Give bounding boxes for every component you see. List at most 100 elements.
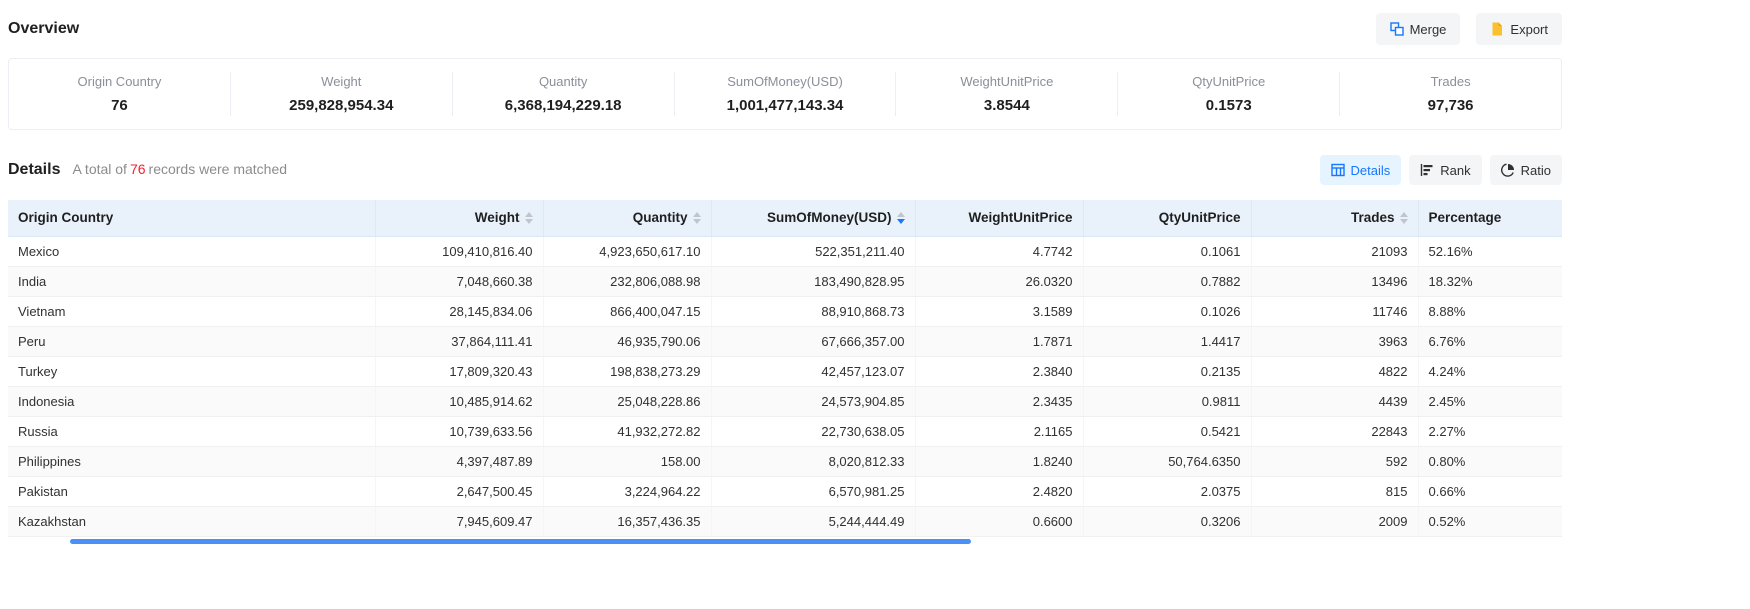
cell-quantity: 25,048,228.86: [543, 386, 711, 416]
column-header-label: Quantity: [633, 210, 688, 225]
summary-label: Weight: [231, 74, 452, 89]
cell-wup: 3.1589: [915, 296, 1083, 326]
cell-pct: 0.66%: [1418, 476, 1562, 506]
cell-trades: 815: [1251, 476, 1418, 506]
column-header-qup: QtyUnitPrice: [1083, 200, 1251, 236]
summary-value: 97,736: [1340, 97, 1561, 114]
column-header-pct: Percentage: [1418, 200, 1562, 236]
table-row[interactable]: Turkey17,809,320.43198,838,273.2942,457,…: [8, 356, 1562, 386]
cell-sum: 24,573,904.85: [711, 386, 915, 416]
summary-item-trades: Trades 97,736: [1339, 72, 1561, 116]
cell-wup: 0.6600: [915, 506, 1083, 536]
page-title: Overview: [8, 20, 79, 38]
cell-qup: 2.0375: [1083, 476, 1251, 506]
cell-sum: 88,910,868.73: [711, 296, 915, 326]
cell-country: Pakistan: [8, 476, 375, 506]
details-heading: Details A total of76records were matched: [8, 161, 287, 179]
cell-quantity: 46,935,790.06: [543, 326, 711, 356]
column-header-weight[interactable]: Weight: [375, 200, 543, 236]
summary-label: Origin Country: [9, 74, 230, 89]
cell-qup: 0.1061: [1083, 236, 1251, 266]
sort-caret-icon[interactable]: [525, 212, 533, 224]
cell-quantity: 232,806,088.98: [543, 266, 711, 296]
column-header-sum[interactable]: SumOfMoney(USD): [711, 200, 915, 236]
export-button-label: Export: [1510, 22, 1548, 37]
cell-country: Russia: [8, 416, 375, 446]
export-button[interactable]: Export: [1476, 13, 1562, 45]
cell-trades: 4439: [1251, 386, 1418, 416]
tab-details[interactable]: Details: [1320, 155, 1402, 185]
column-header-quantity[interactable]: Quantity: [543, 200, 711, 236]
cell-qup: 0.1026: [1083, 296, 1251, 326]
cell-qup: 0.2135: [1083, 356, 1251, 386]
cell-weight: 10,739,633.56: [375, 416, 543, 446]
cell-pct: 8.88%: [1418, 296, 1562, 326]
cell-weight: 10,485,914.62: [375, 386, 543, 416]
cell-sum: 22,730,638.05: [711, 416, 915, 446]
column-header-label: QtyUnitPrice: [1159, 210, 1241, 225]
cell-sum: 42,457,123.07: [711, 356, 915, 386]
cell-pct: 52.16%: [1418, 236, 1562, 266]
table-row[interactable]: Peru37,864,111.4146,935,790.0667,666,357…: [8, 326, 1562, 356]
table-row[interactable]: Kazakhstan7,945,609.4716,357,436.355,244…: [8, 506, 1562, 536]
summary-item-qty-unit-price: QtyUnitPrice 0.1573: [1117, 72, 1339, 116]
cell-wup: 4.7742: [915, 236, 1083, 266]
summary-label: QtyUnitPrice: [1118, 74, 1339, 89]
cell-weight: 7,945,609.47: [375, 506, 543, 536]
summary-label: Trades: [1340, 74, 1561, 89]
sort-caret-icon[interactable]: [1400, 212, 1408, 224]
cell-wup: 2.4820: [915, 476, 1083, 506]
cell-quantity: 3,224,964.22: [543, 476, 711, 506]
cell-pct: 4.24%: [1418, 356, 1562, 386]
merge-button-label: Merge: [1410, 22, 1447, 37]
cell-trades: 592: [1251, 446, 1418, 476]
table-row[interactable]: Pakistan2,647,500.453,224,964.226,570,98…: [8, 476, 1562, 506]
match-prefix: A total of: [72, 161, 126, 177]
summary-label: Quantity: [453, 74, 674, 89]
cell-wup: 2.3840: [915, 356, 1083, 386]
summary-item-weight: Weight 259,828,954.34: [230, 72, 452, 116]
rank-bars-icon: [1420, 163, 1434, 177]
table-row[interactable]: Mexico109,410,816.404,923,650,617.10522,…: [8, 236, 1562, 266]
cell-sum: 6,570,981.25: [711, 476, 915, 506]
column-header-label: Trades: [1351, 210, 1395, 225]
summary-label: WeightUnitPrice: [896, 74, 1117, 89]
table-row[interactable]: Philippines4,397,487.89158.008,020,812.3…: [8, 446, 1562, 476]
match-summary: A total of76records were matched: [72, 161, 287, 177]
cell-qup: 0.9811: [1083, 386, 1251, 416]
table-row[interactable]: India7,048,660.38232,806,088.98183,490,8…: [8, 266, 1562, 296]
column-header-country: Origin Country: [8, 200, 375, 236]
table-body: Mexico109,410,816.404,923,650,617.10522,…: [8, 236, 1562, 536]
summary-card: Origin Country 76 Weight 259,828,954.34 …: [8, 58, 1562, 130]
merge-cells-icon: [1390, 22, 1404, 36]
tab-ratio-label: Ratio: [1521, 163, 1551, 178]
details-title: Details: [8, 161, 60, 179]
merge-button[interactable]: Merge: [1376, 13, 1461, 45]
cell-weight: 37,864,111.41: [375, 326, 543, 356]
sort-caret-icon[interactable]: [693, 212, 701, 224]
column-header-label: WeightUnitPrice: [968, 210, 1072, 225]
table-row[interactable]: Russia10,739,633.5641,932,272.8222,730,6…: [8, 416, 1562, 446]
column-header-trades[interactable]: Trades: [1251, 200, 1418, 236]
cell-trades: 2009: [1251, 506, 1418, 536]
tab-rank[interactable]: Rank: [1409, 155, 1481, 185]
cell-country: Peru: [8, 326, 375, 356]
tab-ratio[interactable]: Ratio: [1490, 155, 1562, 185]
horizontal-scrollbar-thumb[interactable]: [70, 539, 971, 544]
summary-value: 3.8544: [896, 97, 1117, 114]
table-row[interactable]: Vietnam28,145,834.06866,400,047.1588,910…: [8, 296, 1562, 326]
sort-caret-icon[interactable]: [897, 212, 905, 224]
cell-weight: 17,809,320.43: [375, 356, 543, 386]
cell-weight: 7,048,660.38: [375, 266, 543, 296]
cell-pct: 2.45%: [1418, 386, 1562, 416]
match-count: 76: [130, 161, 146, 177]
column-header-wup: WeightUnitPrice: [915, 200, 1083, 236]
cell-sum: 183,490,828.95: [711, 266, 915, 296]
export-file-icon: [1490, 22, 1504, 36]
cell-qup: 0.7882: [1083, 266, 1251, 296]
cell-sum: 67,666,357.00: [711, 326, 915, 356]
table-row[interactable]: Indonesia10,485,914.6225,048,228.8624,57…: [8, 386, 1562, 416]
cell-country: Indonesia: [8, 386, 375, 416]
cell-qup: 0.3206: [1083, 506, 1251, 536]
cell-weight: 4,397,487.89: [375, 446, 543, 476]
